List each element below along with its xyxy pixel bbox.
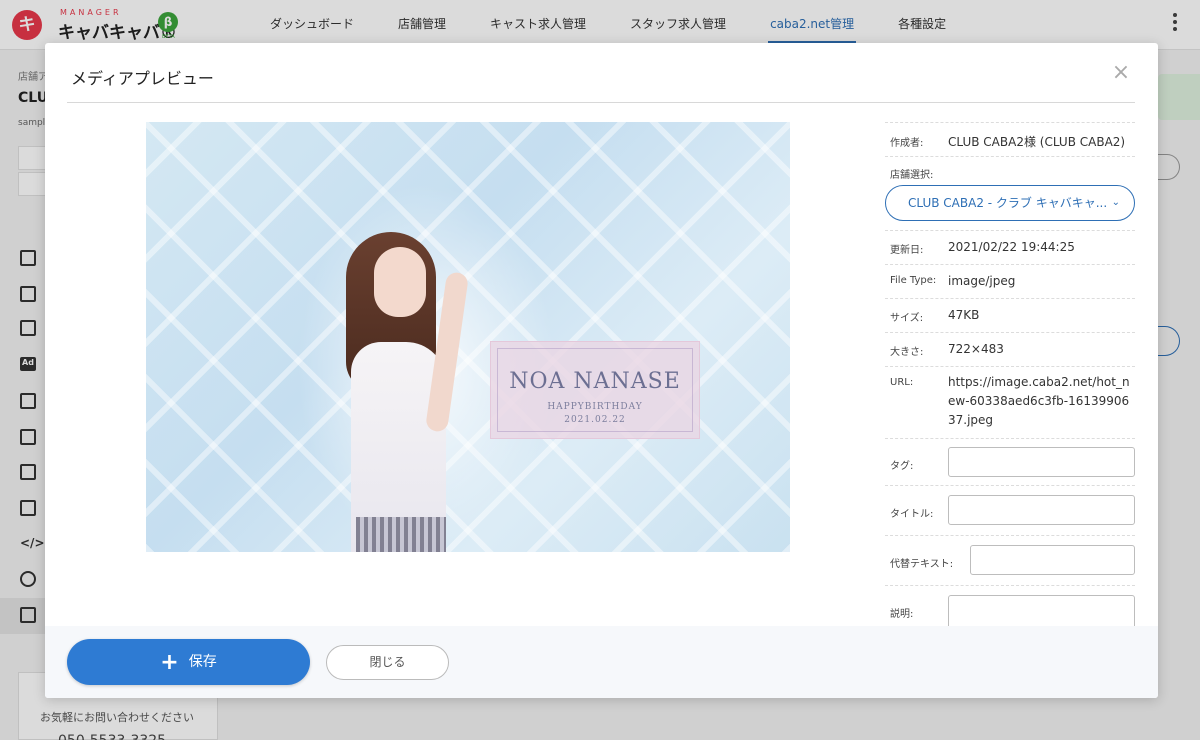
detail-creator: 作成者: CLUB CABA2様 (CLUB CABA2) — [885, 122, 1135, 156]
dimensions-label: 大きさ: — [890, 347, 924, 358]
creator-value: CLUB CABA2様 (CLUB CABA2) — [948, 135, 1126, 149]
modal-footer: + 保存 閉じる — [45, 626, 1158, 698]
updated-label: 更新日: — [890, 245, 924, 256]
size-value: 47KB — [948, 308, 980, 322]
description-input[interactable] — [948, 595, 1135, 627]
creator-label: 作成者: — [890, 138, 924, 149]
save-button[interactable]: + 保存 — [67, 639, 310, 685]
image-date: 2021.02.22 — [564, 415, 626, 425]
detail-url: URL: https://image.caba2.net/hot_new-603… — [885, 366, 1135, 438]
store-select-value: CLUB CABA2 - クラブ キャバキャ... — [908, 196, 1108, 210]
url-value: https://image.caba2.net/hot_new-60338aed… — [948, 375, 1130, 427]
media-details: 作成者: CLUB CABA2様 (CLUB CABA2) 店舗選択: CLUB… — [885, 122, 1135, 627]
detail-alt: 代替テキスト: — [885, 535, 1135, 585]
image-caption: HAPPYBIRTHDAY — [547, 402, 643, 412]
detail-updated: 更新日: 2021/02/22 19:44:25 — [885, 230, 1135, 264]
save-button-label: 保存 — [188, 654, 217, 670]
alt-text-input[interactable] — [970, 545, 1135, 575]
detail-description: 説明: — [885, 585, 1135, 627]
size-label: サイズ: — [890, 313, 924, 324]
filetype-value: image/jpeg — [948, 274, 1016, 288]
modal-divider — [67, 102, 1135, 103]
close-button[interactable]: 閉じる — [326, 645, 449, 680]
dimensions-value: 722×483 — [948, 342, 1004, 356]
media-preview-modal: メディアプレビュー × NOA NANASE HAPPYBIRTHDAY 202… — [45, 43, 1158, 698]
tag-label: タグ: — [890, 461, 914, 472]
chevron-down-icon: ⌄ — [1111, 197, 1120, 208]
image-name-card: NOA NANASE HAPPYBIRTHDAY 2021.02.22 — [490, 341, 700, 439]
store-label: 店舗選択: — [890, 170, 934, 181]
modal-title: メディアプレビュー — [71, 69, 214, 88]
tag-input[interactable] — [948, 447, 1135, 477]
detail-dimensions: 大きさ: 722×483 — [885, 332, 1135, 366]
detail-title: タイトル: — [885, 485, 1135, 535]
title-label: タイトル: — [890, 509, 934, 520]
detail-tag: タグ: — [885, 438, 1135, 485]
title-input[interactable] — [948, 495, 1135, 525]
url-label: URL: — [890, 377, 914, 388]
plus-icon: + — [160, 650, 179, 675]
image-cast-name: NOA NANASE — [509, 369, 681, 394]
updated-value: 2021/02/22 19:44:25 — [948, 240, 1075, 254]
description-label: 説明: — [890, 609, 914, 620]
detail-store: 店舗選択: CLUB CABA2 - クラブ キャバキャ... ⌄ — [885, 156, 1135, 230]
media-preview-image: NOA NANASE HAPPYBIRTHDAY 2021.02.22 — [146, 122, 790, 552]
close-icon[interactable]: × — [1109, 61, 1133, 85]
detail-size: サイズ: 47KB — [885, 298, 1135, 332]
detail-filetype: File Type: image/jpeg — [885, 264, 1135, 298]
store-select[interactable]: CLUB CABA2 - クラブ キャバキャ... ⌄ — [885, 185, 1135, 221]
alt-text-label: 代替テキスト: — [890, 559, 954, 570]
filetype-label: File Type: — [890, 275, 937, 286]
